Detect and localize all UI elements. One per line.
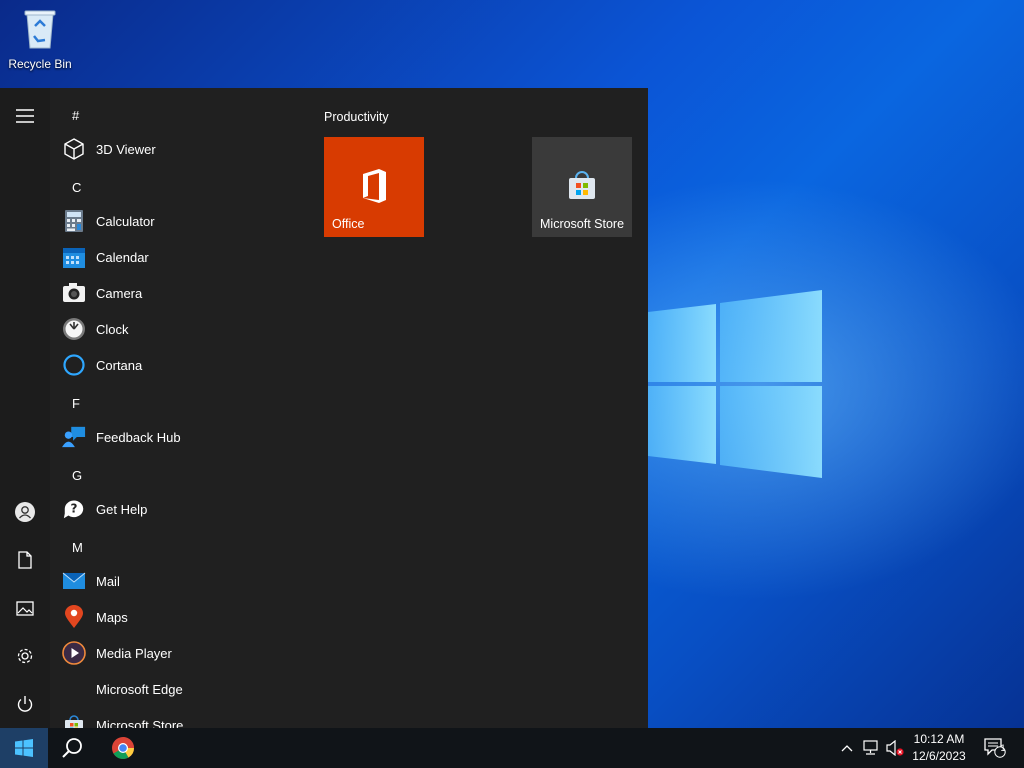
feedback-icon (62, 425, 86, 449)
tile-office[interactable]: Office (324, 137, 424, 237)
section-letter-m[interactable]: M (72, 540, 83, 555)
svg-text:?: ? (71, 502, 78, 516)
map-pin-icon (62, 605, 86, 629)
section-letter-c[interactable]: C (72, 180, 81, 195)
tile-office-label: Office (332, 217, 365, 231)
section-letter-hash[interactable]: # (72, 108, 79, 123)
start-menu: # 3D Viewer C Calculator Calendar Camera (0, 88, 648, 728)
clock-icon (62, 317, 86, 341)
app-list[interactable]: # 3D Viewer C Calculator Calendar Camera (50, 88, 300, 728)
chevron-up-icon (841, 745, 853, 752)
clock-time: 10:12 AM (913, 732, 965, 746)
show-hidden-icons-button[interactable] (838, 728, 856, 768)
cube-icon (62, 137, 86, 161)
app-calculator[interactable]: Calculator (62, 205, 292, 237)
tile-group-title[interactable]: Productivity (324, 110, 389, 124)
tile-store-label: Microsoft Store (540, 217, 625, 231)
notification-count-badge: 1 (1000, 743, 1006, 753)
cortana-icon (62, 353, 86, 377)
start-button[interactable] (0, 728, 48, 768)
app-feedback-hub[interactable]: Feedback Hub (62, 421, 292, 453)
chrome-icon (112, 737, 134, 759)
recycle-bin-label: Recycle Bin (8, 57, 72, 71)
app-camera[interactable]: Camera (62, 277, 292, 309)
app-get-help[interactable]: ? Get Help (62, 493, 292, 525)
app-mail[interactable]: Mail (62, 565, 292, 597)
network-button[interactable] (860, 728, 882, 768)
app-microsoft-edge[interactable]: Microsoft Edge (62, 673, 292, 705)
recycle-bin[interactable]: Recycle Bin (4, 6, 76, 71)
chrome-taskbar-button[interactable] (99, 728, 147, 768)
app-3d-viewer[interactable]: 3D Viewer (62, 133, 292, 165)
calculator-icon (62, 209, 86, 233)
power-icon[interactable] (13, 692, 37, 716)
camera-icon (62, 281, 86, 305)
search-button[interactable] (48, 728, 96, 768)
app-microsoft-store[interactable]: Microsoft Store (62, 709, 292, 728)
help-icon: ? (62, 497, 86, 521)
taskbar-clock[interactable]: 10:12 AM 12/6/2023 (902, 731, 976, 765)
tile-microsoft-store[interactable]: Microsoft Store (532, 137, 632, 237)
calendar-icon (62, 245, 86, 269)
app-clock[interactable]: Clock (62, 313, 292, 345)
taskbar: 10:12 AM 12/6/2023 1 (0, 728, 1024, 768)
app-cortana[interactable]: Cortana (62, 349, 292, 381)
store-icon (62, 713, 86, 728)
app-media-player[interactable]: Media Player (62, 637, 292, 669)
mail-icon (62, 569, 86, 593)
office-icon (363, 169, 386, 203)
network-icon (863, 740, 878, 755)
section-letter-f[interactable]: F (72, 396, 80, 411)
app-calendar[interactable]: Calendar (62, 241, 292, 273)
action-center-button[interactable]: 1 (978, 728, 1012, 768)
clock-date: 12/6/2023 (912, 749, 966, 763)
store-icon (569, 171, 595, 199)
play-icon (62, 641, 86, 665)
app-maps[interactable]: Maps (62, 601, 292, 633)
windows-wallpaper-logo (648, 290, 822, 478)
settings-icon[interactable] (13, 644, 37, 668)
document-icon[interactable] (13, 548, 37, 572)
recycle-bin-icon (24, 10, 56, 49)
start-rail (0, 88, 50, 728)
windows-start-icon (15, 739, 33, 757)
search-icon (62, 738, 82, 758)
pictures-icon[interactable] (13, 596, 37, 620)
section-letter-g[interactable]: G (72, 468, 82, 483)
hamburger-icon[interactable] (13, 104, 37, 128)
user-icon[interactable] (13, 500, 37, 524)
